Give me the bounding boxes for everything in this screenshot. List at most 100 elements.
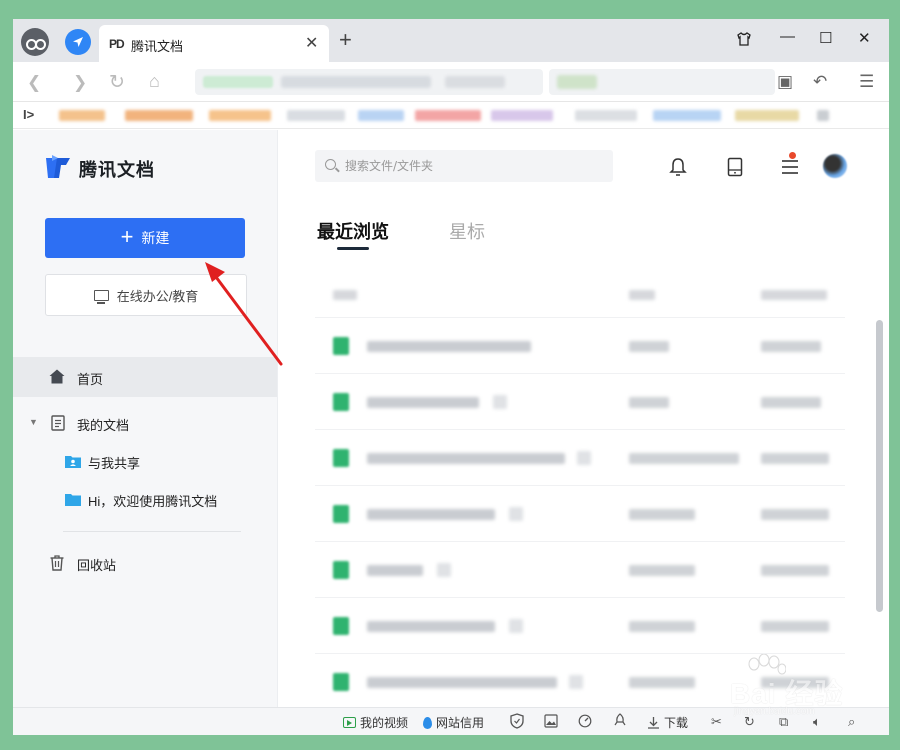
bookmark-item[interactable] [735, 110, 799, 121]
bookmark-item[interactable] [415, 110, 481, 121]
row-divider [315, 429, 845, 430]
browser-search-field[interactable] [549, 69, 775, 95]
trash-icon [50, 555, 64, 571]
file-owner [629, 565, 695, 576]
maximize-icon[interactable]: ☐ [819, 29, 832, 47]
navigation-icon[interactable] [65, 29, 91, 55]
bell-icon[interactable] [667, 156, 689, 178]
bookmark-item[interactable] [59, 110, 105, 121]
sheet-doc-icon [333, 673, 349, 691]
tab-starred[interactable]: 星标 [449, 218, 485, 244]
close-window-icon[interactable]: ✕ [858, 29, 871, 47]
column-header-owner[interactable] [629, 290, 655, 300]
image-icon[interactable] [544, 714, 558, 728]
browser-tab[interactable]: PD 腾讯文档 ✕ [99, 25, 329, 62]
minimize-icon[interactable]: — [780, 28, 795, 45]
url-field[interactable] [195, 69, 543, 95]
active-tab-indicator [337, 247, 369, 250]
expand-triangle-icon[interactable]: ▼ [29, 417, 38, 427]
bookmark-item[interactable] [575, 110, 637, 121]
sidebar-item-shared[interactable]: 与我共享 [13, 444, 277, 478]
notification-dot [789, 152, 796, 159]
tab-recent[interactable]: 最近浏览 [317, 218, 389, 244]
baidu-watermark: Bai 经验 jingyan.baidu.com [690, 654, 850, 724]
url-text [281, 76, 431, 88]
file-name [367, 677, 557, 688]
main-content: 最近浏览 星标 [279, 130, 889, 707]
document-search-box[interactable] [315, 150, 613, 182]
online-office-education-button[interactable]: 在线办公/教育 [45, 274, 247, 316]
download-label: 下载 [664, 716, 689, 730]
home-icon [49, 369, 65, 384]
sidebar-item-my-docs[interactable]: ▼ 我的文档 [13, 406, 277, 440]
bookmarks-more-icon[interactable] [817, 110, 829, 121]
security-badge [203, 76, 273, 88]
document-icon [51, 415, 65, 431]
refresh-icon[interactable]: ↻ [109, 71, 125, 94]
new-document-button[interactable]: + 新建 [45, 218, 245, 258]
site-credit-button[interactable]: 网站信用 [423, 714, 484, 731]
bookmark-item[interactable] [287, 110, 345, 121]
forward-icon[interactable]: ❯ [73, 73, 87, 93]
file-name [367, 509, 495, 520]
folder-icon [65, 494, 81, 506]
file-time [761, 509, 829, 520]
shield-icon[interactable] [510, 713, 524, 729]
speed-icon[interactable] [578, 714, 592, 728]
file-name [367, 341, 531, 352]
sidebar-item-trash[interactable]: 回收站 [13, 546, 277, 580]
scrollbar[interactable] [876, 320, 883, 612]
my-videos-button[interactable]: 我的视频 [343, 714, 408, 731]
file-owner [629, 341, 669, 352]
column-header-name[interactable] [333, 290, 357, 300]
address-bar: ❮ ❯ ↻ ⌂ ▣ ↶ ☰ [13, 62, 889, 102]
sheet-doc-icon [333, 337, 349, 355]
bookmark-item[interactable] [125, 110, 193, 121]
skin-icon[interactable] [736, 31, 752, 47]
extension-icon[interactable]: ▣ [777, 72, 793, 92]
mobile-device-icon[interactable] [724, 156, 746, 178]
star-icon[interactable] [437, 563, 451, 577]
sidebar-item-label: Hi，欢迎使用腾讯文档 [88, 494, 218, 509]
search-input[interactable] [345, 157, 595, 175]
bookmark-item[interactable] [209, 110, 271, 121]
edu-button-label: 在线办公/教育 [116, 288, 199, 304]
star-icon[interactable] [493, 395, 507, 409]
bookmark-item[interactable] [358, 110, 404, 121]
search-icon [325, 159, 336, 170]
bookmark-item[interactable] [653, 110, 721, 121]
sheet-doc-icon [333, 393, 349, 411]
bookmarks-toggle-icon[interactable]: I> [23, 107, 34, 122]
menu-icon[interactable]: ☰ [859, 72, 874, 92]
my-videos-label: 我的视频 [360, 716, 409, 730]
new-tab-button[interactable]: + [339, 29, 352, 51]
new-button-label: 新建 [141, 230, 170, 246]
incognito-icon[interactable] [21, 28, 49, 56]
back-icon[interactable]: ❮ [27, 73, 41, 93]
rocket-icon[interactable] [613, 713, 627, 728]
file-name [367, 621, 495, 632]
bookmark-item[interactable] [491, 110, 553, 121]
monitor-icon [93, 289, 109, 304]
file-owner [629, 677, 695, 688]
avatar[interactable] [823, 154, 847, 178]
star-icon[interactable] [569, 675, 583, 689]
star-icon[interactable] [509, 507, 523, 521]
file-owner [629, 621, 695, 632]
column-header-time[interactable] [761, 290, 827, 300]
sidebar: 腾讯文档 + 新建 在线办公/教育 首页 ▼ 我的文档 与我共享 Hi，欢迎使用… [13, 130, 278, 707]
undo-icon[interactable]: ↶ [813, 72, 827, 92]
sidebar-item-welcome-folder[interactable]: Hi，欢迎使用腾讯文档 [13, 482, 277, 516]
file-name [367, 397, 479, 408]
sidebar-item-home[interactable]: 首页 [13, 357, 277, 397]
sidebar-item-label: 回收站 [77, 558, 117, 573]
star-icon[interactable] [577, 451, 591, 465]
tencent-docs-logo-icon [46, 155, 70, 178]
tab-close-icon[interactable]: ✕ [305, 33, 318, 53]
star-icon[interactable] [509, 619, 523, 633]
video-icon [343, 717, 356, 728]
home-icon[interactable]: ⌂ [149, 71, 160, 92]
menu-list-icon[interactable] [779, 156, 801, 178]
sheet-doc-icon [333, 505, 349, 523]
download-button[interactable]: 下载 [647, 714, 688, 731]
